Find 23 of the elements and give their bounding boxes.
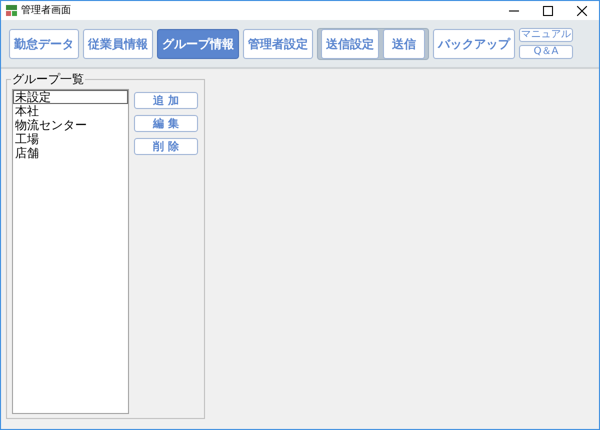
list-item[interactable]: 本社 <box>13 104 128 118</box>
close-icon[interactable] <box>577 6 587 16</box>
action-button[interactable]: 追 加 <box>134 92 198 109</box>
tab[interactable]: 従業員情報 <box>83 28 153 58</box>
action-button[interactable]: 編 集 <box>134 115 198 132</box>
list-item[interactable]: 工場 <box>13 132 128 146</box>
help-button[interactable]: Q＆A <box>519 45 573 59</box>
group-title: グループ一覧 <box>11 72 85 86</box>
help-button[interactable]: マニュアル <box>519 28 573 42</box>
tab[interactable]: 勤怠データ <box>9 28 79 58</box>
tab[interactable]: グループ情報 <box>157 28 239 58</box>
window-title: 管理者画面 <box>21 4 71 18</box>
tab[interactable]: 送信設定 <box>321 28 379 58</box>
tab[interactable]: バックアップ <box>433 28 515 58</box>
tab[interactable]: 管理者設定 <box>243 28 313 58</box>
group-listbox[interactable]: 未設定 本社 物流センター 工場 店舗 <box>12 89 129 414</box>
maximize-icon[interactable] <box>543 6 553 16</box>
list-item[interactable]: 店舗 <box>13 146 128 160</box>
list-item[interactable]: 物流センター <box>13 118 128 132</box>
list-item[interactable]: 未設定 <box>13 90 128 104</box>
action-button[interactable]: 削 除 <box>134 138 198 155</box>
tab[interactable]: 送信 <box>383 28 425 58</box>
app-icon <box>6 5 17 16</box>
